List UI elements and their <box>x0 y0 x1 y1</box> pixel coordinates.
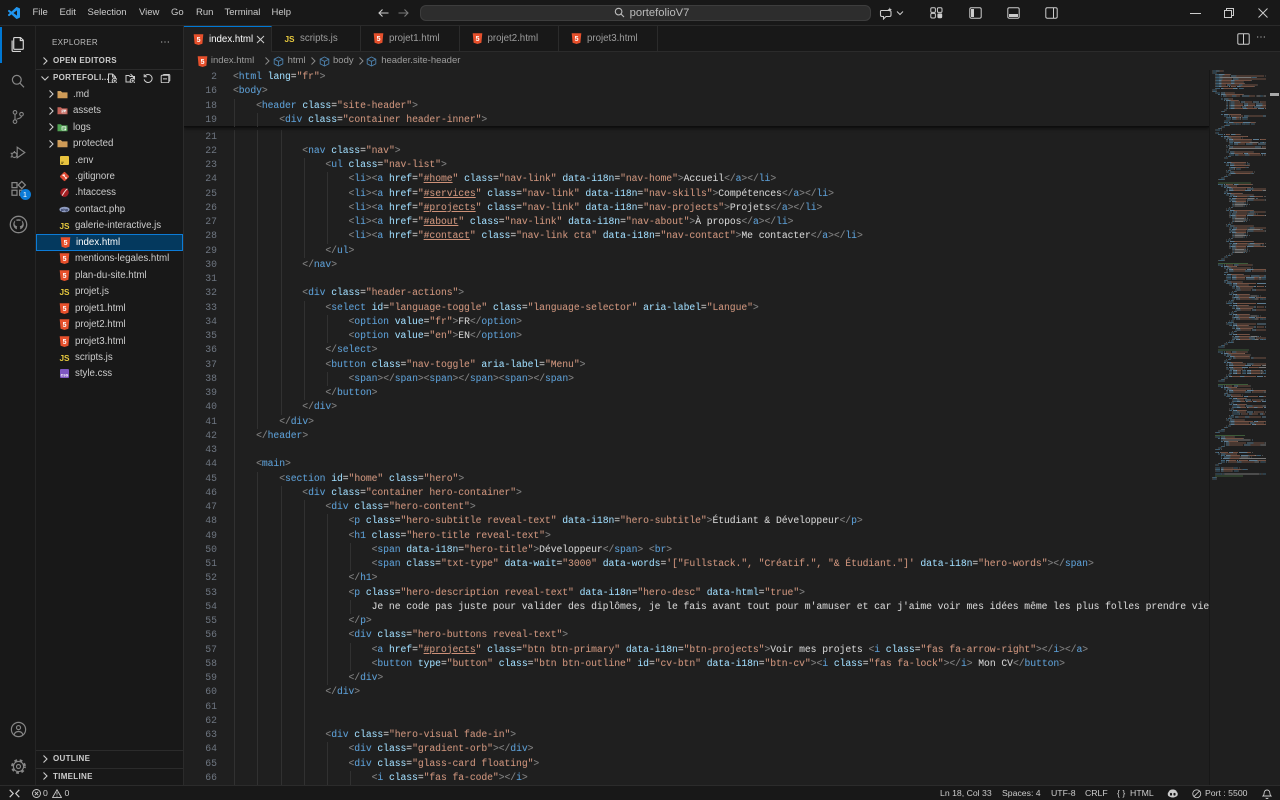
svg-text:JS: JS <box>59 288 70 297</box>
svg-text:JS: JS <box>59 354 70 363</box>
svg-text:5: 5 <box>475 36 479 43</box>
svg-text:JS: JS <box>284 35 295 44</box>
svg-text:5: 5 <box>63 339 67 346</box>
svg-text:5: 5 <box>63 256 67 263</box>
svg-text:5: 5 <box>63 306 67 313</box>
svg-text:5: 5 <box>575 36 579 43</box>
svg-text:5: 5 <box>63 322 67 329</box>
svg-text:php: php <box>61 208 69 212</box>
svg-text:5: 5 <box>63 273 67 280</box>
svg-text:css: css <box>61 373 69 378</box>
svg-text:5: 5 <box>377 36 381 43</box>
svg-text:5: 5 <box>197 37 201 44</box>
svg-text:5: 5 <box>200 59 204 66</box>
svg-text:JS: JS <box>59 222 70 231</box>
svg-text:5: 5 <box>64 240 68 247</box>
